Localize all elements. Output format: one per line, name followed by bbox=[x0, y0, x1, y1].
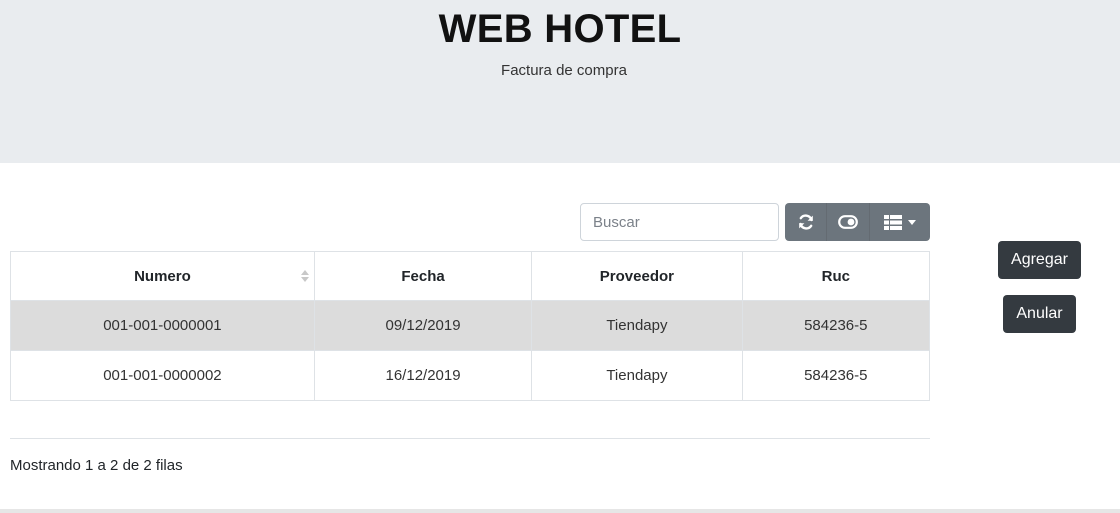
refresh-button[interactable] bbox=[785, 203, 828, 241]
cell-proveedor: Tiendapy bbox=[531, 350, 743, 401]
cell-fecha: 09/12/2019 bbox=[313, 300, 533, 351]
column-header-ruc: Ruc bbox=[741, 251, 931, 301]
search-input[interactable] bbox=[580, 203, 779, 241]
table-toolbar bbox=[785, 203, 930, 241]
cancel-invoice-button[interactable]: Anular bbox=[1003, 295, 1076, 333]
cell-ruc: 584236-5 bbox=[741, 350, 931, 401]
add-button[interactable]: Agregar bbox=[998, 241, 1081, 279]
table-footer-divider bbox=[10, 438, 930, 439]
invoice-table: Numero Fecha Proveedor Ruc 001-001-00000… bbox=[10, 251, 931, 401]
column-header-proveedor: Proveedor bbox=[531, 251, 743, 301]
page-subtitle: Factura de compra bbox=[501, 62, 627, 79]
columns-list-icon bbox=[883, 214, 902, 230]
columns-dropdown-button[interactable] bbox=[870, 203, 930, 241]
table-header-row: Numero Fecha Proveedor Ruc bbox=[10, 251, 931, 301]
cell-numero: 001-001-0000001 bbox=[10, 300, 315, 351]
column-header-fecha: Fecha bbox=[313, 251, 533, 301]
pagination-info: Mostrando 1 a 2 de 2 filas bbox=[10, 457, 183, 474]
cell-proveedor: Tiendapy bbox=[531, 300, 743, 351]
cell-numero: 001-001-0000002 bbox=[10, 350, 315, 401]
cell-fecha: 16/12/2019 bbox=[313, 350, 533, 401]
refresh-icon bbox=[798, 214, 813, 230]
chevron-down-icon bbox=[907, 219, 916, 225]
table-row[interactable]: 001-001-0000002 16/12/2019 Tiendapy 5842… bbox=[10, 350, 931, 401]
sort-icon bbox=[300, 270, 309, 282]
toggle-view-button[interactable] bbox=[827, 203, 870, 241]
page-header: WEB HOTEL Factura de compra bbox=[0, 0, 1120, 163]
table-row[interactable]: 001-001-0000001 09/12/2019 Tiendapy 5842… bbox=[10, 300, 931, 351]
cell-ruc: 584236-5 bbox=[741, 300, 931, 351]
site-title: WEB HOTEL bbox=[438, 7, 682, 51]
column-header-numero[interactable]: Numero bbox=[10, 251, 315, 301]
toggle-view-icon bbox=[838, 215, 859, 229]
footer-divider bbox=[0, 509, 1120, 513]
